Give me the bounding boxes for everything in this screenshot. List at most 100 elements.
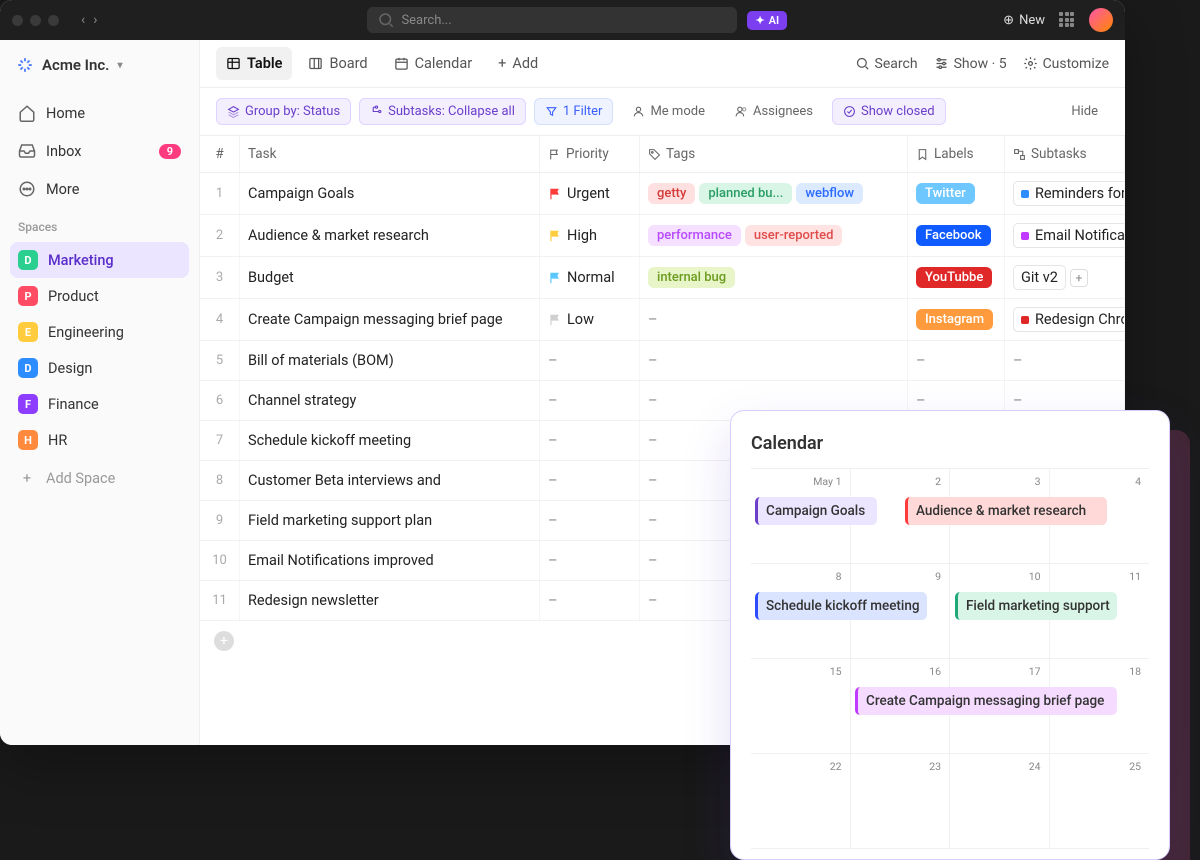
- label-pill[interactable]: Twitter: [916, 183, 975, 204]
- subtask-link[interactable]: Reminders for: [1013, 181, 1125, 206]
- priority-cell[interactable]: –: [540, 341, 640, 380]
- subtasks-chip[interactable]: Subtasks: Collapse all: [359, 98, 526, 125]
- task-name-cell[interactable]: Schedule kickoff meeting: [240, 421, 540, 460]
- apps-grid-icon[interactable]: [1059, 12, 1075, 28]
- calendar-day[interactable]: 22: [751, 754, 851, 849]
- me-mode-chip[interactable]: Me mode: [621, 98, 716, 125]
- table-row[interactable]: 4 Create Campaign messaging brief page L…: [200, 299, 1125, 341]
- labels-cell[interactable]: Instagram: [908, 299, 1005, 340]
- priority-cell[interactable]: High: [540, 215, 640, 256]
- org-switcher[interactable]: Acme Inc. ▾: [10, 52, 189, 78]
- tags-cell[interactable]: –: [640, 299, 908, 340]
- calendar-event[interactable]: Field marketing support: [955, 592, 1117, 620]
- calendar-day[interactable]: 15: [751, 659, 851, 754]
- table-row[interactable]: 2 Audience & market research High perfor…: [200, 215, 1125, 257]
- subtasks-cell[interactable]: Redesign Chro: [1005, 299, 1125, 340]
- task-name-cell[interactable]: Budget: [240, 257, 540, 298]
- user-avatar[interactable]: [1089, 8, 1113, 32]
- labels-cell[interactable]: –: [908, 341, 1005, 380]
- tab-table[interactable]: Table: [216, 47, 292, 80]
- label-pill[interactable]: Facebook: [916, 225, 991, 246]
- calendar-day[interactable]: 24: [950, 754, 1050, 849]
- labels-cell[interactable]: Facebook: [908, 215, 1005, 256]
- sidebar-item-inbox[interactable]: Inbox 9: [10, 134, 189, 168]
- tab-calendar[interactable]: Calendar: [384, 47, 483, 80]
- search-input[interactable]: Search...: [367, 7, 737, 33]
- hide-button[interactable]: Hide: [1060, 98, 1109, 125]
- col-tags[interactable]: Tags: [640, 136, 908, 172]
- col-subtasks[interactable]: Subtasks: [1005, 136, 1125, 172]
- filter-chip[interactable]: 1 Filter: [534, 98, 614, 125]
- task-name-cell[interactable]: Audience & market research: [240, 215, 540, 256]
- subtask-link[interactable]: Redesign Chro: [1013, 307, 1125, 332]
- tag-pill[interactable]: getty: [648, 183, 695, 204]
- tag-pill[interactable]: planned bu...: [699, 183, 792, 204]
- task-name-cell[interactable]: Email Notifications improved: [240, 541, 540, 580]
- space-item-design[interactable]: DDesign: [10, 350, 189, 386]
- calendar-day[interactable]: 23: [851, 754, 951, 849]
- tag-pill[interactable]: performance: [648, 225, 741, 246]
- sidebar-item-home[interactable]: Home: [10, 96, 189, 130]
- task-name-cell[interactable]: Redesign newsletter: [240, 581, 540, 620]
- new-button[interactable]: ⊕ New: [1003, 13, 1045, 28]
- col-priority[interactable]: Priority: [540, 136, 640, 172]
- priority-cell[interactable]: –: [540, 421, 640, 460]
- assignees-chip[interactable]: Assignees: [724, 98, 824, 125]
- priority-cell[interactable]: –: [540, 581, 640, 620]
- show-closed-chip[interactable]: Show closed: [832, 98, 946, 125]
- calendar-event[interactable]: Audience & market research: [905, 497, 1107, 525]
- space-item-marketing[interactable]: DMarketing: [10, 242, 189, 278]
- space-item-finance[interactable]: FFinance: [10, 386, 189, 422]
- space-item-engineering[interactable]: EEngineering: [10, 314, 189, 350]
- tags-cell[interactable]: internal bug: [640, 257, 908, 298]
- space-item-hr[interactable]: HHR: [10, 422, 189, 458]
- tag-pill[interactable]: user-reported: [745, 225, 843, 246]
- tag-pill[interactable]: internal bug: [648, 267, 735, 288]
- tab-add[interactable]: + Add: [488, 47, 548, 80]
- tags-cell[interactable]: performanceuser-reported: [640, 215, 908, 256]
- sidebar-item-more[interactable]: More: [10, 172, 189, 206]
- calendar-day[interactable]: 25: [1050, 754, 1150, 849]
- task-name-cell[interactable]: Channel strategy: [240, 381, 540, 420]
- group-chip[interactable]: Group by: Status: [216, 98, 351, 125]
- calendar-event[interactable]: Campaign Goals: [755, 497, 877, 525]
- task-name-cell[interactable]: Create Campaign messaging brief page: [240, 299, 540, 340]
- add-subtask-icon[interactable]: +: [1070, 269, 1088, 287]
- calendar-event[interactable]: Schedule kickoff meeting: [755, 592, 927, 620]
- task-name-cell[interactable]: Field marketing support plan: [240, 501, 540, 540]
- task-name-cell[interactable]: Campaign Goals: [240, 173, 540, 214]
- priority-cell[interactable]: –: [540, 461, 640, 500]
- labels-cell[interactable]: YouTubbe: [908, 257, 1005, 298]
- subtasks-cell[interactable]: Git v2+: [1005, 257, 1125, 298]
- space-item-product[interactable]: PProduct: [10, 278, 189, 314]
- priority-cell[interactable]: Urgent: [540, 173, 640, 214]
- priority-cell[interactable]: Normal: [540, 257, 640, 298]
- table-row[interactable]: 3 Budget Normal internal bug YouTubbe Gi…: [200, 257, 1125, 299]
- priority-cell[interactable]: Low: [540, 299, 640, 340]
- show-button[interactable]: Show · 5: [934, 56, 1007, 72]
- col-num[interactable]: #: [200, 136, 240, 172]
- priority-cell[interactable]: –: [540, 381, 640, 420]
- task-name-cell[interactable]: Bill of materials (BOM): [240, 341, 540, 380]
- subtasks-cell[interactable]: –: [1005, 341, 1125, 380]
- label-pill[interactable]: YouTubbe: [916, 267, 992, 288]
- tag-pill[interactable]: webflow: [796, 183, 863, 204]
- col-task[interactable]: Task: [240, 136, 540, 172]
- subtasks-cell[interactable]: Email Notificat: [1005, 215, 1125, 256]
- window-controls[interactable]: [12, 15, 59, 26]
- add-space-button[interactable]: + Add Space: [10, 462, 189, 495]
- subtasks-cell[interactable]: Reminders for: [1005, 173, 1125, 214]
- tags-cell[interactable]: –: [640, 341, 908, 380]
- priority-cell[interactable]: –: [540, 541, 640, 580]
- priority-cell[interactable]: –: [540, 501, 640, 540]
- task-name-cell[interactable]: Customer Beta interviews and: [240, 461, 540, 500]
- nav-forward-icon[interactable]: ›: [93, 12, 97, 28]
- subtask-link[interactable]: Git v2: [1013, 265, 1066, 290]
- table-row[interactable]: 1 Campaign Goals Urgent gettyplanned bu.…: [200, 173, 1125, 215]
- customize-button[interactable]: Customize: [1023, 56, 1109, 72]
- labels-cell[interactable]: Twitter: [908, 173, 1005, 214]
- nav-back-icon[interactable]: ‹: [81, 12, 85, 28]
- tab-board[interactable]: Board: [298, 47, 377, 80]
- tags-cell[interactable]: gettyplanned bu...webflow: [640, 173, 908, 214]
- col-labels[interactable]: Labels: [908, 136, 1005, 172]
